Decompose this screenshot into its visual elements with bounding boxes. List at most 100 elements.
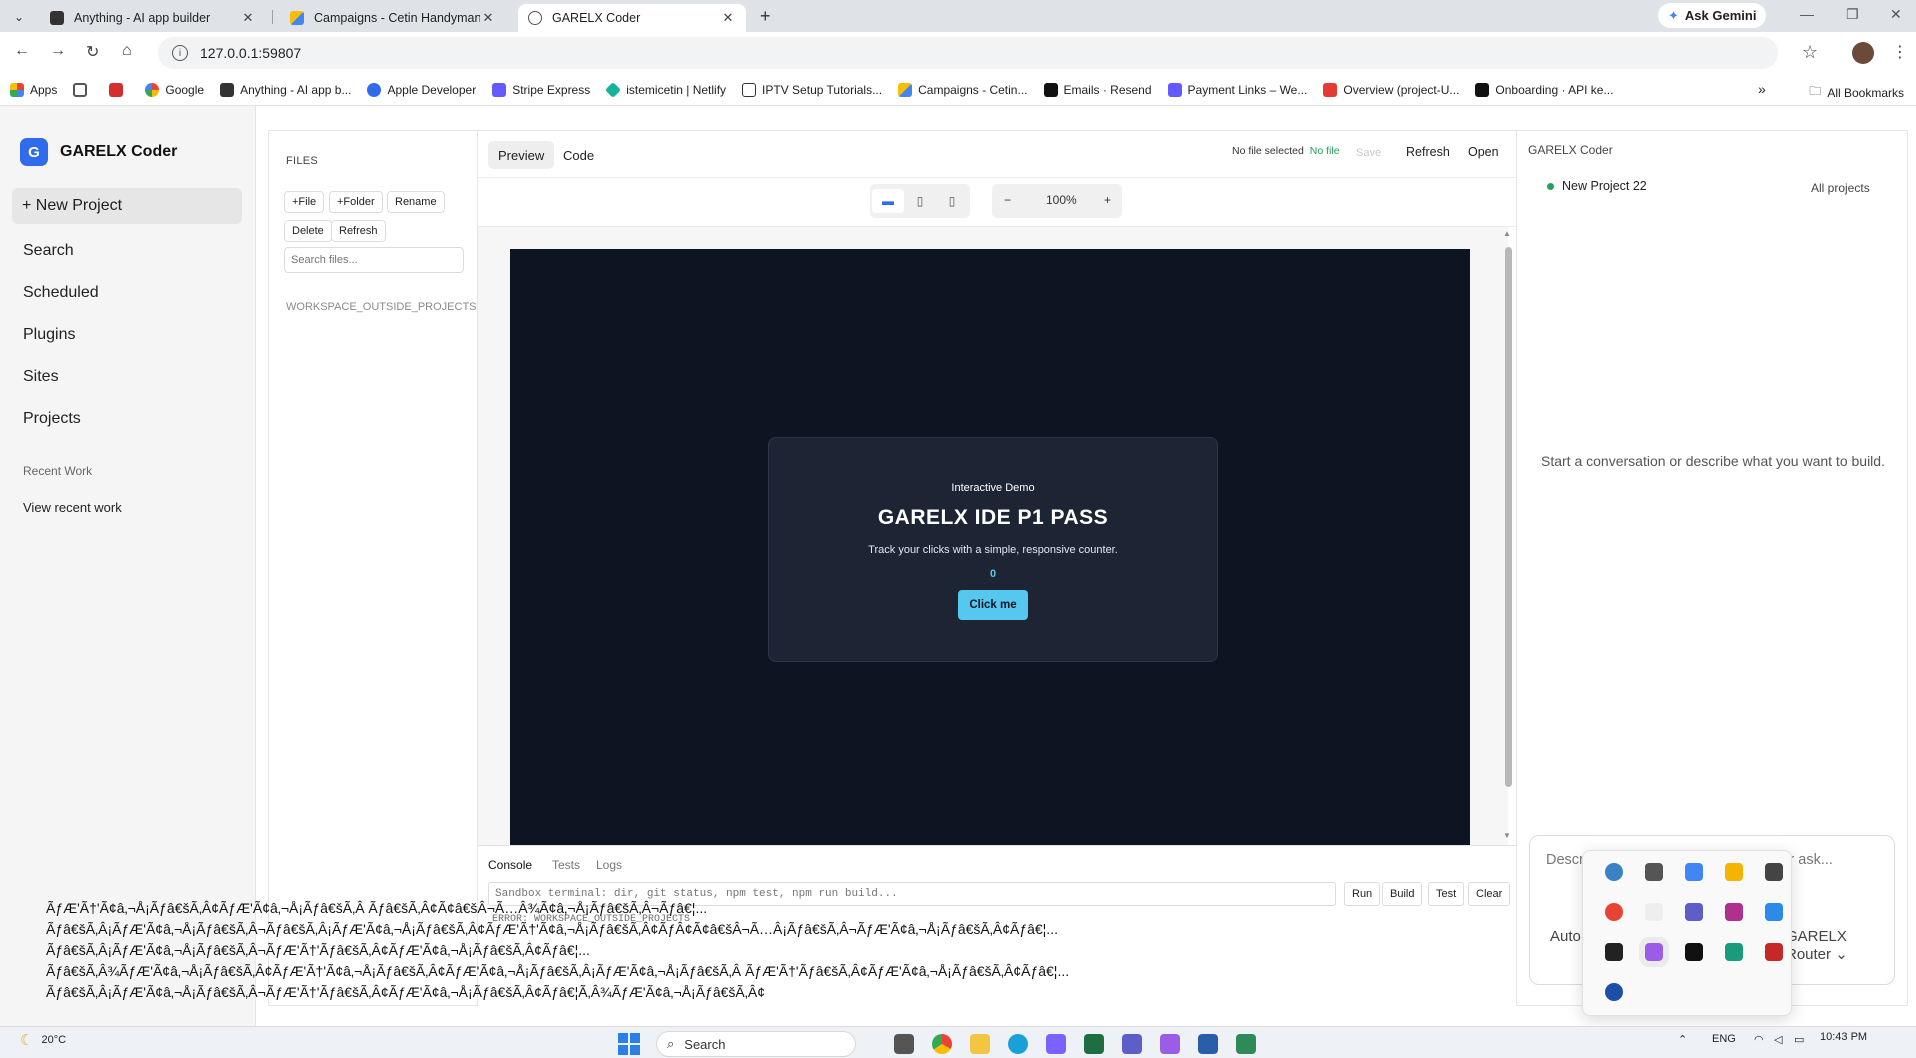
volume-icon[interactable]: ◁ [1774,1033,1782,1046]
new-project-button[interactable]: + New Project [12,188,242,224]
bookmark-iptv[interactable]: IPTV Setup Tutorials... [742,82,882,97]
tray-app-icon[interactable] [1645,903,1663,921]
bookmark-campaigns[interactable]: Campaigns - Cetin... [898,82,1028,97]
bookmark-stripe[interactable]: Stripe Express [492,82,590,97]
taskbar-search[interactable]: ⌕ Search [656,1031,856,1057]
task-view-icon[interactable] [894,1034,914,1054]
tab-close-icon[interactable]: ✕ [720,10,736,26]
tray-app-icon[interactable] [1685,863,1703,881]
new-folder-button[interactable]: +Folder [329,191,383,213]
tray-app-icon[interactable] [1725,943,1743,961]
bookmark-h[interactable] [109,82,129,97]
refresh-preview-button[interactable]: Refresh [1406,145,1450,159]
bookmark-resend[interactable]: Emails · Resend [1043,82,1152,97]
model-router-select[interactable]: GARELX Router ⌄ [1786,928,1894,963]
restore-icon[interactable]: ❐ [1846,6,1859,23]
wifi-icon[interactable]: ◠ [1754,1033,1764,1046]
build-button[interactable]: Build [1382,882,1423,906]
sidebar-item-projects[interactable]: Projects [23,410,81,428]
view-recent-work-link[interactable]: View recent work [23,500,122,515]
rename-button[interactable]: Rename [387,191,445,213]
address-bar[interactable]: i 127.0.0.1:59807 [158,37,1778,69]
new-tab-button[interactable]: + [760,6,771,27]
tray-app-icon[interactable] [1685,943,1703,961]
back-icon[interactable]: ← [14,42,30,60]
bookmark-anything[interactable]: Anything - AI app b... [220,82,351,97]
teams-icon[interactable] [1122,1034,1142,1054]
refresh-files-button[interactable]: Refresh [331,220,386,242]
tray-app-icon[interactable] [1605,943,1623,961]
app-icon[interactable] [1160,1034,1180,1054]
save-button[interactable]: Save [1356,147,1381,159]
tab-close-icon[interactable]: ✕ [480,10,496,26]
tray-app-icon[interactable] [1765,903,1783,921]
sidebar-item-plugins[interactable]: Plugins [23,326,75,344]
reload-icon[interactable]: ↻ [86,42,99,62]
minimize-icon[interactable]: — [1800,6,1814,22]
tab-campaigns[interactable]: Campaigns - Cetin Handyman&... ✕ [280,4,506,32]
sidebar-item-search[interactable]: Search [23,242,74,260]
tray-app-icon[interactable] [1639,937,1669,967]
bookmark-overview[interactable]: Overview (project-U... [1323,82,1459,97]
auto-mode-select[interactable]: Auto [1550,928,1581,945]
run-button[interactable]: Run [1344,882,1381,906]
excel-icon[interactable] [1084,1034,1104,1054]
new-file-button[interactable]: +File [284,191,325,213]
clear-button[interactable]: Clear [1468,882,1511,906]
windows-start-icon[interactable] [618,1033,640,1055]
sidebar-item-scheduled[interactable]: Scheduled [23,284,99,302]
file-search-input[interactable] [284,247,464,273]
home-icon[interactable]: ⌂ [122,42,132,60]
tab-code[interactable]: Code [553,141,604,169]
tablet-view-icon[interactable]: ▯ [904,189,936,213]
tab-logs[interactable]: Logs [596,858,622,872]
mobile-view-icon[interactable]: ▯ [936,189,968,213]
site-info-icon[interactable]: i [172,45,188,61]
delete-button[interactable]: Delete [284,220,332,242]
tray-app-icon[interactable] [1605,983,1623,1001]
all-projects-link[interactable]: All projects [1811,181,1870,195]
tray-app-icon[interactable] [1725,863,1743,881]
bookmark-apps[interactable]: Apps [10,82,57,97]
tray-app-icon[interactable] [1685,903,1703,921]
desktop-view-icon[interactable]: ▬ [872,189,904,213]
zoom-in-button[interactable]: + [1104,193,1111,207]
tab-preview[interactable]: Preview [488,141,555,169]
zoom-out-button[interactable]: − [1004,193,1011,207]
bookmark-apple[interactable]: Apple Developer [367,82,476,97]
file-explorer-icon[interactable] [970,1034,990,1054]
all-bookmarks[interactable]: 🗀 All Bookmarks [1809,82,1904,103]
tray-app-icon[interactable] [1645,863,1663,881]
bookmarks-overflow-icon[interactable]: » [1758,81,1766,97]
app-icon[interactable] [1236,1034,1256,1054]
tab-search-chevron-icon[interactable]: ⌄ [8,6,30,28]
test-button[interactable]: Test [1428,882,1465,906]
copilot-icon[interactable] [1046,1034,1066,1054]
tray-app-icon[interactable] [1765,863,1783,881]
click-me-button[interactable]: Click me [958,590,1028,620]
current-project[interactable]: New Project 22 [1547,179,1647,193]
menu-kebab-icon[interactable]: ⋮ [1892,42,1908,62]
tray-chevron-icon[interactable]: ⌃ [1678,1033,1687,1046]
clock[interactable]: 10:43 PM [1820,1031,1867,1043]
weather-widget[interactable]: ☾ 20°C [20,1031,66,1049]
bookmark-star-icon[interactable]: ☆ [1802,42,1818,63]
bookmark-onboarding[interactable]: Onboarding · API ke... [1475,82,1613,97]
tray-app-icon[interactable] [1725,903,1743,921]
tab-anything[interactable]: Anything - AI app builder ✕ [40,4,266,32]
sidebar-item-sites[interactable]: Sites [23,368,59,386]
ask-gemini-button[interactable]: ✦ Ask Gemini [1658,3,1767,28]
tab-close-icon[interactable]: ✕ [240,10,256,26]
edge-icon[interactable] [1008,1034,1028,1054]
powershell-icon[interactable] [1198,1034,1218,1054]
scroll-up-icon[interactable]: ▲ [1503,229,1511,238]
battery-icon[interactable]: ▭ [1794,1033,1804,1046]
profile-avatar[interactable] [1852,42,1874,64]
tab-garelx-coder[interactable]: GARELX Coder ✕ [518,4,746,32]
bookmark-netlify[interactable]: istemicetin | Netlify [605,81,726,98]
chrome-icon[interactable] [932,1034,952,1054]
tray-app-icon[interactable] [1605,863,1623,881]
tab-console[interactable]: Console [488,858,532,872]
tab-tests[interactable]: Tests [552,858,580,872]
tray-app-icon[interactable] [1765,943,1783,961]
